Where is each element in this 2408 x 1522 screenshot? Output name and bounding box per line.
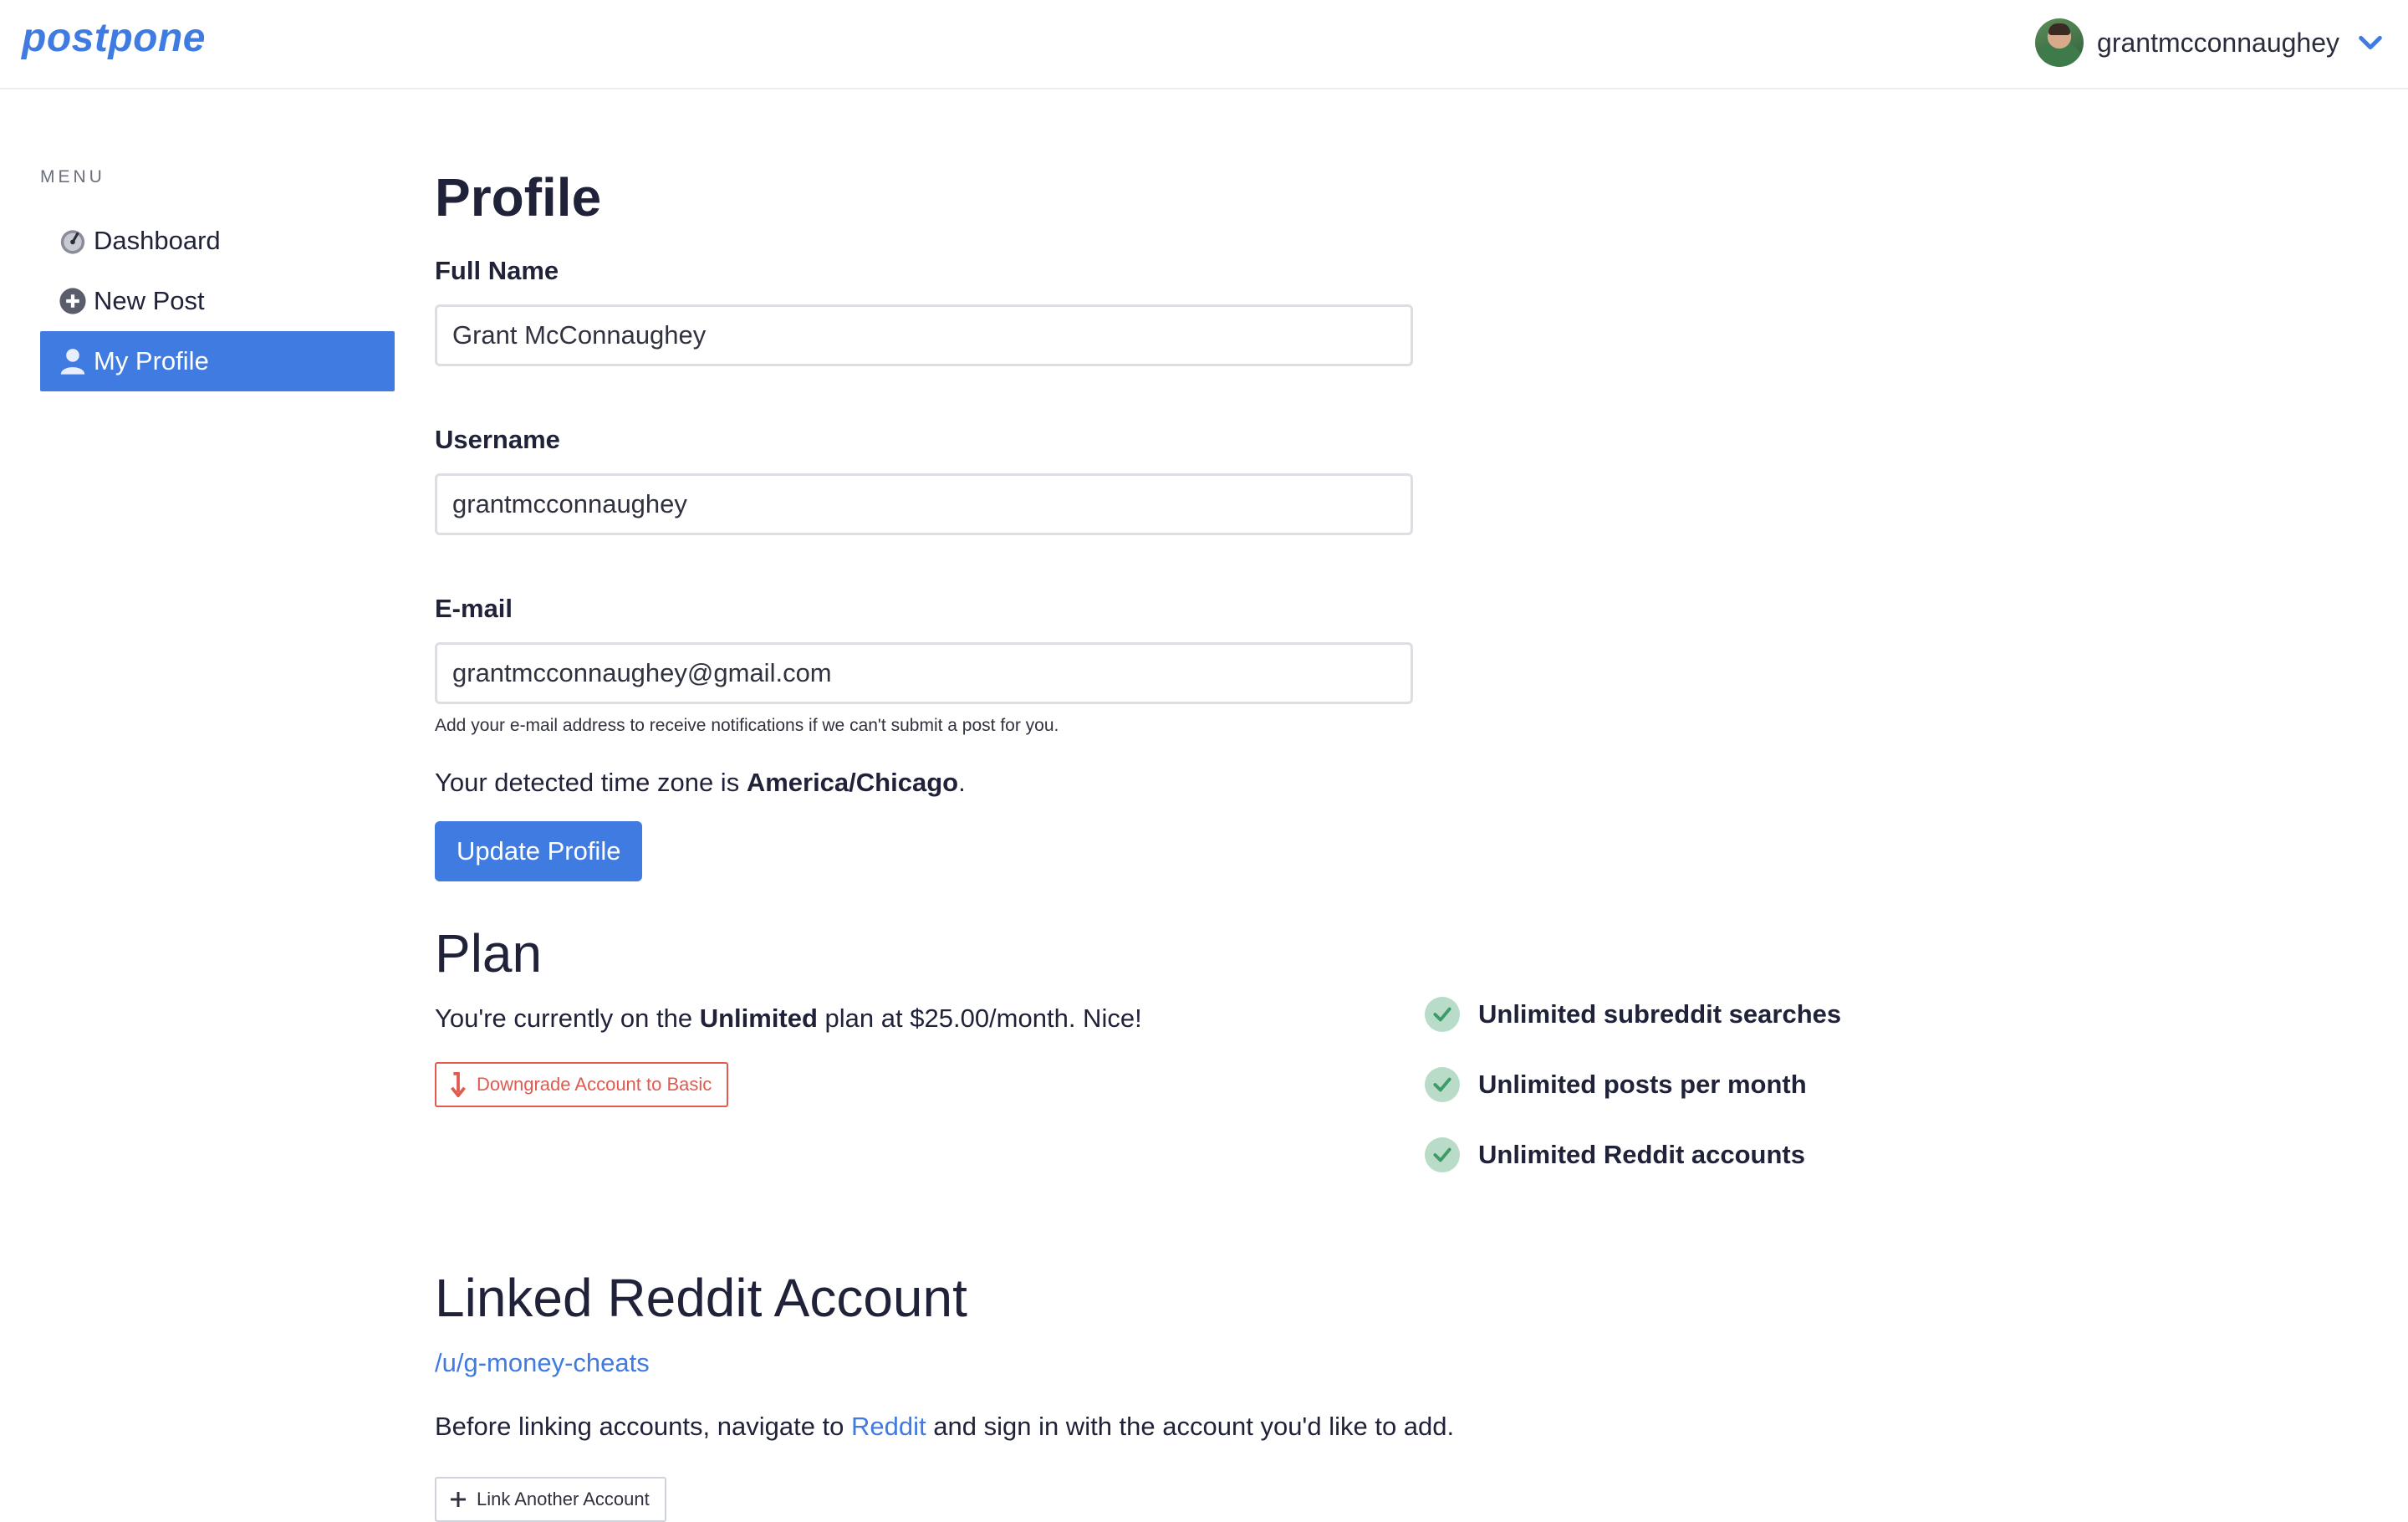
plan-description: You're currently on the Unlimited plan a… xyxy=(435,1004,2358,1034)
main-content: Profile Full Name Grant McConnaughey Use… xyxy=(435,164,2358,1522)
instructions-suffix: and sign in with the account you'd like … xyxy=(926,1412,1455,1441)
timezone-suffix: . xyxy=(958,768,966,797)
timezone-prefix: Your detected time zone is xyxy=(435,768,747,797)
sidebar-item-my-profile[interactable]: My Profile xyxy=(40,331,395,391)
list-item: Unlimited Reddit accounts xyxy=(1425,1137,1841,1172)
plan-name: Unlimited xyxy=(699,1004,818,1033)
top-navbar: postpone grantmcconnaughey xyxy=(0,0,2408,89)
timezone-text: Your detected time zone is America/Chica… xyxy=(435,768,2358,798)
instructions-prefix: Before linking accounts, navigate to xyxy=(435,1412,852,1441)
downgrade-button[interactable]: Downgrade Account to Basic xyxy=(435,1062,729,1107)
user-menu[interactable]: grantmcconnaughey xyxy=(2035,18,2385,67)
plus-circle-icon xyxy=(59,288,86,314)
sidebar-item-label: Dashboard xyxy=(94,226,221,255)
sidebar-item-new-post[interactable]: New Post xyxy=(40,271,395,331)
linked-reddit-heading: Linked Reddit Account xyxy=(435,1268,967,1328)
email-label: E-mail xyxy=(435,594,513,623)
sidebar-item-label: New Post xyxy=(94,286,205,315)
full-name-label: Full Name xyxy=(435,256,559,285)
timezone-value: America/Chicago xyxy=(746,768,959,797)
list-item: Unlimited posts per month xyxy=(1425,1067,1841,1102)
check-icon xyxy=(1425,1137,1460,1172)
full-name-field[interactable]: Grant McConnaughey xyxy=(435,304,1413,366)
postpone-logo[interactable]: postpone xyxy=(22,15,206,61)
plan-features-list: Unlimited subreddit searches Unlimited p… xyxy=(1425,997,1841,1208)
plan-text-prefix: You're currently on the xyxy=(435,1004,700,1033)
menu-heading: MENU xyxy=(40,167,105,186)
sidebar-item-dashboard[interactable]: Dashboard xyxy=(40,211,395,271)
check-icon xyxy=(1425,997,1460,1032)
email-field[interactable]: grantmcconnaughey@gmail.com xyxy=(435,642,1413,704)
username-label: Username xyxy=(435,425,560,454)
dashboard-gauge-icon xyxy=(60,230,85,254)
link-account-label: Link Another Account xyxy=(477,1489,650,1509)
page-title: Profile xyxy=(435,167,602,227)
sidebar-item-label: My Profile xyxy=(94,346,209,375)
header-username[interactable]: grantmcconnaughey xyxy=(2097,28,2339,59)
email-help-text: Add your e-mail address to receive notif… xyxy=(435,716,1059,735)
link-another-account-button[interactable]: Link Another Account xyxy=(435,1477,666,1522)
chevron-down-icon[interactable] xyxy=(2356,28,2385,57)
feature-label: Unlimited posts per month xyxy=(1478,1070,1807,1099)
arrow-down-icon xyxy=(451,1072,466,1097)
list-item: Unlimited subreddit searches xyxy=(1425,997,1841,1032)
username-field[interactable]: grantmcconnaughey xyxy=(435,473,1413,535)
feature-label: Unlimited subreddit searches xyxy=(1478,999,1842,1029)
linking-instructions: Before linking accounts, navigate to Red… xyxy=(435,1412,2358,1442)
feature-label: Unlimited Reddit accounts xyxy=(1478,1140,1805,1169)
reddit-account-link[interactable]: /u/g-money-cheats xyxy=(435,1348,2358,1378)
reddit-link[interactable]: Reddit xyxy=(851,1412,926,1441)
user-icon xyxy=(60,349,85,375)
plan-heading: Plan xyxy=(435,923,543,983)
plus-icon xyxy=(451,1492,466,1507)
plan-section: Plan You're currently on the Unlimited p… xyxy=(435,920,2358,1172)
update-profile-button[interactable]: Update Profile xyxy=(435,821,643,881)
sidebar: MENU Dashboard New Post My Profile xyxy=(40,167,395,391)
check-icon xyxy=(1425,1067,1460,1102)
downgrade-button-label: Downgrade Account to Basic xyxy=(477,1074,712,1095)
user-avatar[interactable] xyxy=(2035,18,2084,67)
plan-text-suffix: plan at $25.00/month. Nice! xyxy=(817,1004,1142,1033)
